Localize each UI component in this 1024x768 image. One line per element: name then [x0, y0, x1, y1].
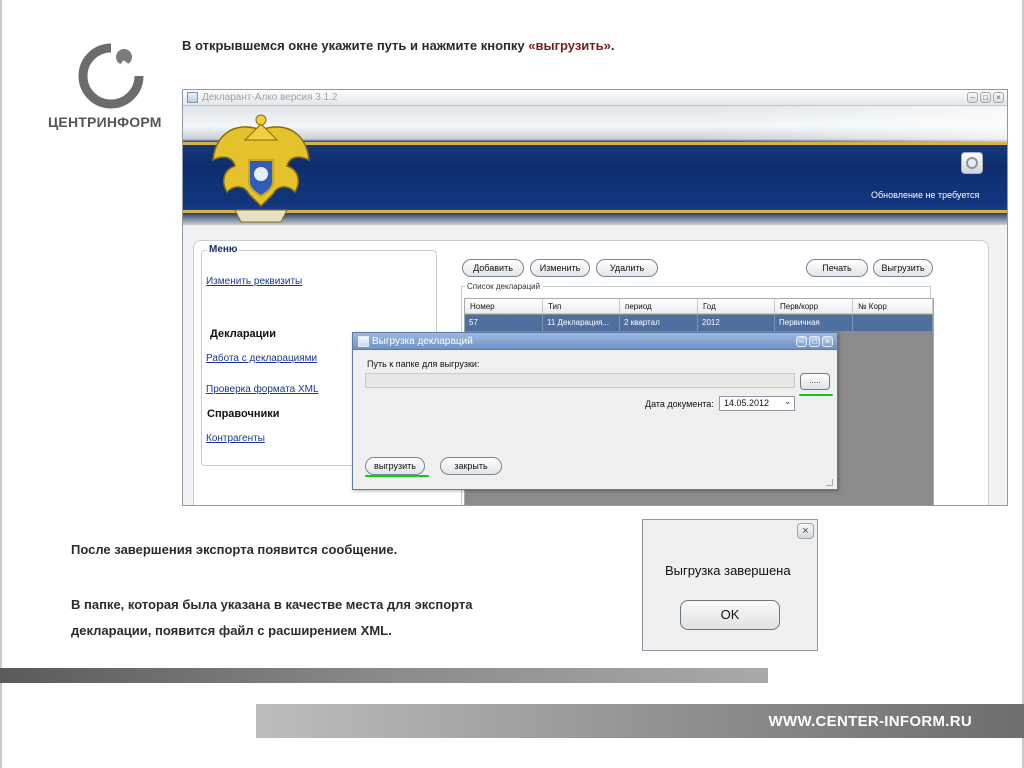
banner-highlight — [703, 106, 1007, 142]
app-window-icon — [187, 92, 198, 103]
highlight-underline — [799, 394, 833, 396]
ok-button[interactable]: OK — [680, 600, 780, 630]
close-button[interactable]: закрыть — [440, 457, 502, 475]
column-header[interactable]: Перв/корр — [775, 299, 853, 314]
minimize-icon[interactable]: – — [796, 336, 807, 347]
maximize-icon[interactable]: □ — [980, 92, 991, 103]
table-cell: 57 — [465, 315, 543, 331]
declarations-list-legend: Список деклараций — [465, 282, 543, 291]
delete-button[interactable]: Удалить — [596, 259, 658, 277]
document-date-label: Дата документа: — [645, 399, 714, 409]
column-header[interactable]: период — [620, 299, 698, 314]
path-label: Путь к папке для выгрузки: — [367, 359, 480, 369]
menu-link-check-xml[interactable]: Проверка формата XML — [206, 384, 319, 395]
menu-link-edit-requisites[interactable]: Изменить реквизиты — [206, 276, 302, 287]
slide-left-border — [0, 0, 2, 768]
column-header[interactable]: Номер — [465, 299, 543, 314]
table-row[interactable]: 57 11 Декларация... 2 квартал 2012 Перви… — [465, 315, 933, 331]
settings-button[interactable] — [961, 152, 983, 174]
export-complete-messagebox: × Выгрузка завершена OK — [642, 519, 818, 651]
menu-link-work-with-declarations[interactable]: Работа с декларациями — [206, 353, 317, 364]
minimize-icon[interactable]: – — [967, 92, 978, 103]
xml-file-note-line1: В папке, которая была указана в качестве… — [71, 597, 473, 612]
dialog-titlebar: Выгрузка деклараций – □ × — [353, 333, 837, 350]
highlight-underline — [365, 475, 429, 477]
export-dialog: Выгрузка деклараций – □ × Путь к папке д… — [352, 332, 838, 490]
table-cell — [853, 315, 933, 331]
gear-icon — [966, 157, 978, 169]
browse-folder-button[interactable]: ..... — [800, 373, 830, 390]
centrinform-logo-icon — [78, 42, 145, 109]
export-button[interactable]: выгрузить — [365, 457, 425, 475]
add-button[interactable]: Добавить — [462, 259, 524, 277]
app-titlebar: Декларант-Алко версия 3.1.2 – □ × — [183, 90, 1007, 106]
menu-heading-references: Справочники — [207, 408, 280, 420]
table-cell: 11 Декларация... — [543, 315, 620, 331]
decorative-bar — [0, 668, 768, 683]
footer-url[interactable]: WWW.CENTER-INFORM.RU — [769, 713, 972, 730]
export-path-input[interactable] — [365, 373, 795, 388]
close-icon[interactable]: × — [822, 336, 833, 347]
menu-legend: Меню — [207, 244, 240, 255]
print-button[interactable]: Печать — [806, 259, 868, 277]
table-cell: Первичная — [775, 315, 853, 331]
column-header[interactable]: Год — [698, 299, 775, 314]
chevron-down-icon: ⌄ — [784, 397, 791, 406]
close-icon[interactable]: × — [797, 523, 814, 539]
close-icon[interactable]: × — [993, 92, 1004, 103]
dialog-title: Выгрузка деклараций — [372, 336, 473, 347]
document-date-picker[interactable]: 14.05.2012 ⌄ — [719, 396, 795, 411]
heading-suffix: . — [610, 38, 615, 53]
menu-link-counterparties[interactable]: Контрагенты — [206, 433, 265, 444]
column-header[interactable]: Тип — [543, 299, 620, 314]
instruction-heading: В открывшемся окне укажите путь и нажмит… — [182, 38, 614, 53]
xml-file-note-line2: декларации, появится файл с расширением … — [71, 623, 392, 638]
table-cell: 2012 — [698, 315, 775, 331]
dialog-window-icon — [358, 336, 369, 347]
heading-text: В открывшемся окне укажите путь и нажмит… — [182, 38, 529, 53]
edit-button[interactable]: Изменить — [530, 259, 590, 277]
export-complete-note: После завершения экспорта появится сообщ… — [71, 542, 398, 557]
table-cell: 2 квартал — [620, 315, 698, 331]
app-title: Декларант-Алко версия 3.1.2 — [202, 92, 338, 103]
heading-highlight: «выгрузить» — [528, 38, 611, 53]
resize-grip[interactable] — [826, 479, 833, 486]
menu-heading-declarations: Декларации — [210, 328, 276, 340]
messagebox-text: Выгрузка завершена — [665, 563, 791, 578]
document-date-value: 14.05.2012 — [724, 398, 770, 408]
company-logo-text: ЦЕНТРИНФОРМ — [48, 114, 162, 130]
update-status: Обновление не требуется — [871, 190, 980, 200]
coat-of-arms-icon — [212, 114, 310, 223]
maximize-icon[interactable]: □ — [809, 336, 820, 347]
export-toolbar-button[interactable]: Выгрузить — [873, 259, 933, 277]
column-header[interactable]: № Корр — [853, 299, 933, 314]
